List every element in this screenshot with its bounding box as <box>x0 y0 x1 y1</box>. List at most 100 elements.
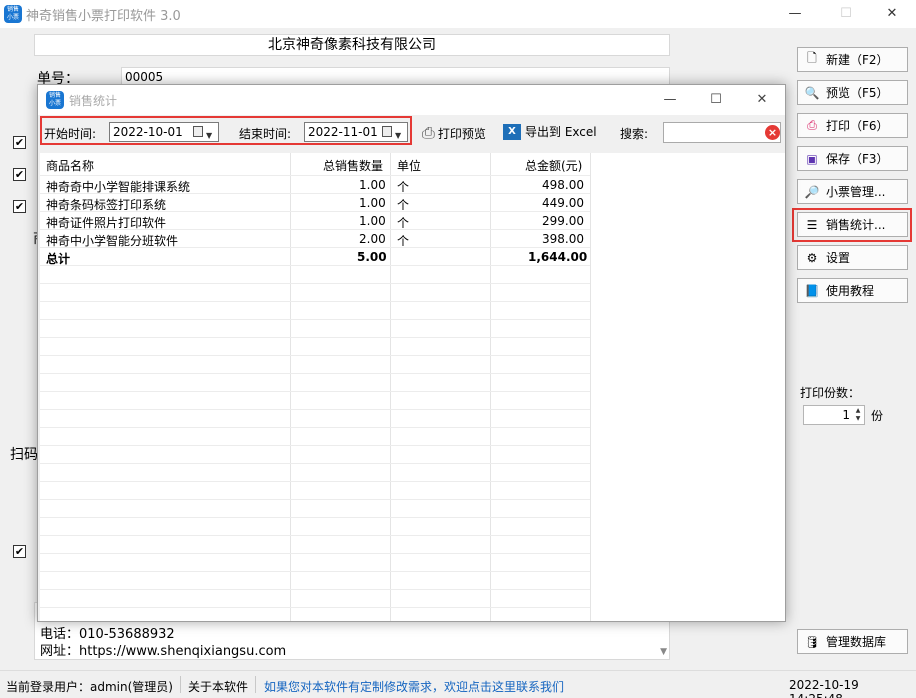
sales-stats-button[interactable]: ☰ 销售统计... <box>797 212 908 237</box>
export-excel-label: 导出到 Excel <box>525 125 597 139</box>
scan-label: 扫码 <box>10 447 38 463</box>
copies-stepper[interactable]: 1 ▲ ▼ <box>803 405 865 425</box>
copies-value: 1 <box>842 408 850 422</box>
option-checkbox-3[interactable]: ✔ <box>13 200 26 213</box>
option-checkbox-1[interactable]: ✔ <box>13 136 26 149</box>
save-button[interactable]: ▣ 保存（F3） <box>797 146 908 171</box>
row-divider <box>40 301 590 302</box>
search-icon: 🔍 <box>804 85 820 100</box>
row-divider <box>40 607 590 608</box>
row-divider <box>40 193 590 194</box>
new-button-label: 新建（F2） <box>826 53 889 67</box>
row-divider <box>40 337 590 338</box>
end-date-label: 结束时间: <box>239 127 292 141</box>
print-button-label: 打印（F6） <box>826 119 889 133</box>
sales-stats-dialog: 销售 小票 销售统计 — ☐ ✕ 开始时间: 2022-10-01 ▼ 结束时间:… <box>37 84 786 622</box>
row-1-amount: 498.00 <box>542 178 584 192</box>
row-2-qty: 1.00 <box>359 196 386 210</box>
main-title-bar: 销售 小票 神奇销售小票打印软件 3.0 — ☐ ✕ <box>0 0 916 28</box>
row-divider <box>40 481 590 482</box>
company-name-field[interactable]: 北京神奇像素科技有限公司 <box>34 34 670 56</box>
magnifier-icon: 🔎 <box>804 184 820 199</box>
footer-website: 网址：https://www.shenqixiangsu.com <box>40 644 287 659</box>
app-logo-icon: 销售 小票 <box>4 5 22 23</box>
maximize-button[interactable]: ☐ <box>823 0 869 28</box>
option-checkbox-2[interactable]: ✔ <box>13 168 26 181</box>
sales-stats-grid[interactable]: ^ 商品名称 总销售数量 单位 总金额(元) 神奇奇中小学智能排课系统 1.00… <box>40 153 785 621</box>
search-input[interactable] <box>663 122 781 143</box>
status-bar: 当前登录用户：admin(管理员) 关于本软件 如果您对本软件有定制修改需求，欢… <box>0 670 916 698</box>
option-checkbox-4[interactable]: ✔ <box>13 545 26 558</box>
start-date-picker[interactable]: 2022-10-01 ▼ <box>109 122 219 142</box>
current-user: 当前登录用户：admin(管理员) <box>6 680 173 694</box>
manage-db-label: 管理数据库 <box>826 635 887 649</box>
chevron-down-icon[interactable]: ▼ <box>206 127 212 145</box>
preview-button-label: 预览（F5） <box>826 86 889 100</box>
end-date-picker[interactable]: 2022-11-01 ▼ <box>304 122 408 142</box>
book-icon: 📘 <box>804 283 820 298</box>
dialog-title-bar: 销售 小票 销售统计 — ☐ ✕ <box>38 85 785 115</box>
export-excel-button[interactable]: X 导出到 Excel <box>503 123 597 140</box>
row-divider <box>40 571 590 572</box>
row-divider <box>40 283 590 284</box>
calendar-icon[interactable] <box>382 126 392 137</box>
settings-label: 设置 <box>826 251 851 265</box>
copies-unit: 份 <box>871 409 884 423</box>
row-divider <box>40 211 590 212</box>
print-preview-icon: ⎙ <box>422 123 435 142</box>
settings-button[interactable]: ⚙ 设置 <box>797 245 908 270</box>
grid-header: 商品名称 总销售数量 单位 总金额(元) <box>40 153 785 175</box>
manage-db-button[interactable]: 🛢 管理数据库 <box>797 629 908 654</box>
row-divider <box>40 535 590 536</box>
column-header-amount[interactable]: 总金额(元) <box>525 157 582 174</box>
minimize-button[interactable]: — <box>772 0 818 28</box>
custom-request-link[interactable]: 如果您对本软件有定制修改需求，欢迎点击这里联系我们 <box>264 678 564 695</box>
column-header-name[interactable]: 商品名称 <box>46 157 94 174</box>
close-button[interactable]: ✕ <box>869 0 915 28</box>
status-separator <box>255 676 256 693</box>
about-link[interactable]: 关于本软件 <box>188 678 248 695</box>
row-divider <box>40 445 590 446</box>
row-divider <box>40 373 590 374</box>
save-icon: ▣ <box>806 151 818 166</box>
row-3-qty: 1.00 <box>359 214 386 228</box>
sales-stats-label: 销售统计... <box>826 218 886 232</box>
row-divider <box>40 319 590 320</box>
column-header-qty[interactable]: 总销售数量 <box>323 157 383 174</box>
printer-icon: ⎙ <box>807 118 817 132</box>
dialog-minimize-button[interactable]: — <box>647 85 693 115</box>
new-document-icon: 🗋 <box>807 51 817 65</box>
print-preview-button[interactable]: ⎙ 打印预览 <box>422 123 486 143</box>
dialog-close-button[interactable]: ✕ <box>739 85 785 115</box>
database-icon: 🛢 <box>804 634 820 649</box>
end-date-value: 2022-11-01 <box>308 125 378 139</box>
new-button[interactable]: 🗋 新建（F2） <box>797 47 908 72</box>
row-divider <box>40 427 590 428</box>
row-divider <box>40 589 590 590</box>
clear-search-icon[interactable]: × <box>765 125 780 140</box>
spin-arrows-icon[interactable]: ▲ ▼ <box>853 407 863 423</box>
row-2-amount: 449.00 <box>542 196 584 210</box>
tutorial-button[interactable]: 📘 使用教程 <box>797 278 908 303</box>
window-title: 神奇销售小票打印软件 3.0 <box>26 9 181 24</box>
row-divider <box>40 517 590 518</box>
scroll-down-icon[interactable]: ▼ <box>660 647 667 657</box>
dialog-maximize-button[interactable]: ☐ <box>693 85 739 115</box>
receipt-manage-button[interactable]: 🔎 小票管理... <box>797 179 908 204</box>
row-4-qty: 2.00 <box>359 232 386 246</box>
row-4-amount: 398.00 <box>542 232 584 246</box>
print-button[interactable]: ⎙ 打印（F6） <box>797 113 908 138</box>
row-divider <box>40 463 590 464</box>
row-divider <box>40 265 590 266</box>
row-1-qty: 1.00 <box>359 178 386 192</box>
status-datetime: 2022-10-19 14:25:48 <box>789 678 859 698</box>
total-amount: 1,644.00 <box>528 250 588 264</box>
row-divider <box>40 247 590 248</box>
calendar-icon[interactable] <box>193 126 203 137</box>
dialog-title: 销售统计 <box>69 94 118 108</box>
status-separator <box>180 676 181 693</box>
preview-button[interactable]: 🔍 预览（F5） <box>797 80 908 105</box>
row-divider <box>40 229 590 230</box>
chevron-down-icon[interactable]: ▼ <box>395 127 401 145</box>
column-header-unit[interactable]: 单位 <box>397 157 421 174</box>
